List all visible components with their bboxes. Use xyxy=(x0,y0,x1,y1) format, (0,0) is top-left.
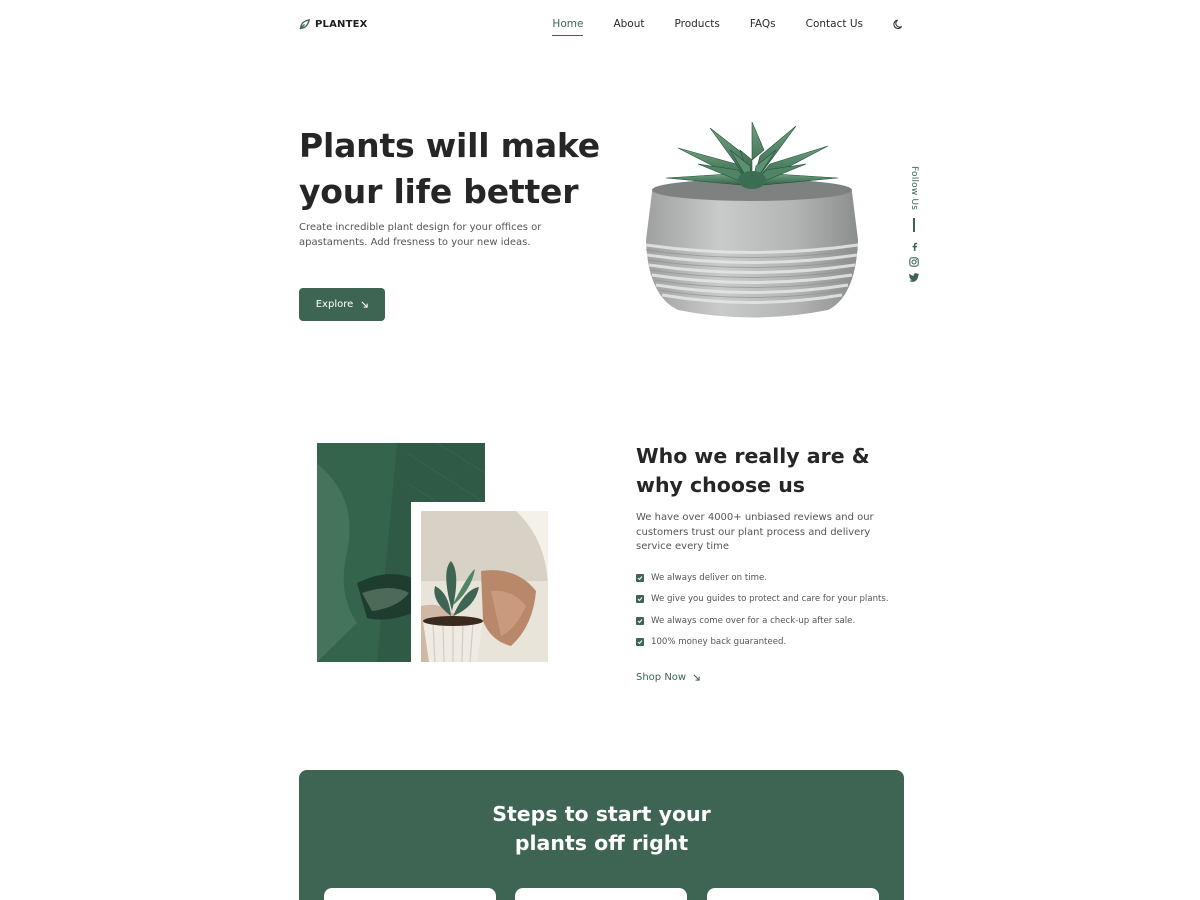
nav-home[interactable]: Home xyxy=(552,18,584,36)
about-description: We have over 4000+ unbiased reviews and … xyxy=(636,512,874,552)
shop-now-link[interactable]: Shop Now xyxy=(636,672,700,683)
about-title-line1: Who we really are & xyxy=(636,444,870,468)
explore-button-label: Explore xyxy=(315,299,354,310)
about-potting-photo xyxy=(421,511,548,662)
header: PLANTEX Home About Products FAQs Contact… xyxy=(299,0,904,48)
step-card xyxy=(324,888,496,900)
shop-now-label: Shop Now xyxy=(636,672,687,683)
benefit-item: We always deliver on time. xyxy=(636,571,889,585)
about-title: Who we really are & why choose us xyxy=(636,442,896,500)
steps-title-line1: Steps to start your xyxy=(492,802,711,826)
hero-plant-image xyxy=(645,121,859,318)
follow-us-label: Follow Us xyxy=(909,166,919,211)
follow-divider xyxy=(913,218,915,233)
hero-title: Plants will make your life better xyxy=(299,123,629,215)
instagram-icon[interactable] xyxy=(909,257,919,267)
nav-about[interactable]: About xyxy=(613,18,644,30)
benefit-item: 100% money back guaranteed. xyxy=(636,635,889,649)
facebook-icon[interactable] xyxy=(910,242,919,252)
moon-icon[interactable] xyxy=(893,19,904,30)
benefit-text: We always come over for a check-up after… xyxy=(651,615,856,626)
step-card xyxy=(515,888,687,900)
step-card xyxy=(707,888,879,900)
benefit-item: We give you guides to protect and care f… xyxy=(636,592,889,606)
explore-button[interactable]: Explore xyxy=(299,288,385,321)
check-icon xyxy=(636,637,644,646)
nav-contact-us[interactable]: Contact Us xyxy=(806,18,863,30)
hero-title-line2: your life better xyxy=(299,172,579,211)
main-nav: Home About Products FAQs Contact Us xyxy=(552,18,904,36)
benefits-list: We always deliver on time. We give you g… xyxy=(636,571,889,656)
hero-title-line1: Plants will make xyxy=(299,126,600,165)
about-title-line2: why choose us xyxy=(636,473,805,497)
benefit-text: 100% money back guaranteed. xyxy=(651,636,787,647)
nav-products[interactable]: Products xyxy=(674,18,719,30)
arrow-down-right-icon xyxy=(361,301,368,308)
follow-us: Follow Us xyxy=(906,166,922,288)
check-icon xyxy=(636,574,644,582)
benefit-item: We always come over for a check-up after… xyxy=(636,614,889,628)
nav-faqs[interactable]: FAQs xyxy=(750,18,776,30)
benefit-text: We give you guides to protect and care f… xyxy=(651,594,889,605)
page: PLANTEX Home About Products FAQs Contact… xyxy=(0,0,1200,900)
steps-title-line2: plants off right xyxy=(514,831,689,855)
hero-description: Create incredible plant design for your … xyxy=(299,222,542,248)
twitter-icon[interactable] xyxy=(909,273,919,283)
check-icon xyxy=(636,595,644,604)
benefit-text: We always deliver on time. xyxy=(651,573,767,583)
arrow-down-right-icon xyxy=(693,674,700,681)
logo[interactable]: PLANTEX xyxy=(299,18,368,30)
logo-text: PLANTEX xyxy=(315,18,368,30)
leaf-logo-icon xyxy=(299,18,310,30)
steps-title: Steps to start your plants off right xyxy=(299,800,904,858)
check-icon xyxy=(636,616,644,625)
steps-section: Steps to start your plants off right xyxy=(299,770,904,900)
